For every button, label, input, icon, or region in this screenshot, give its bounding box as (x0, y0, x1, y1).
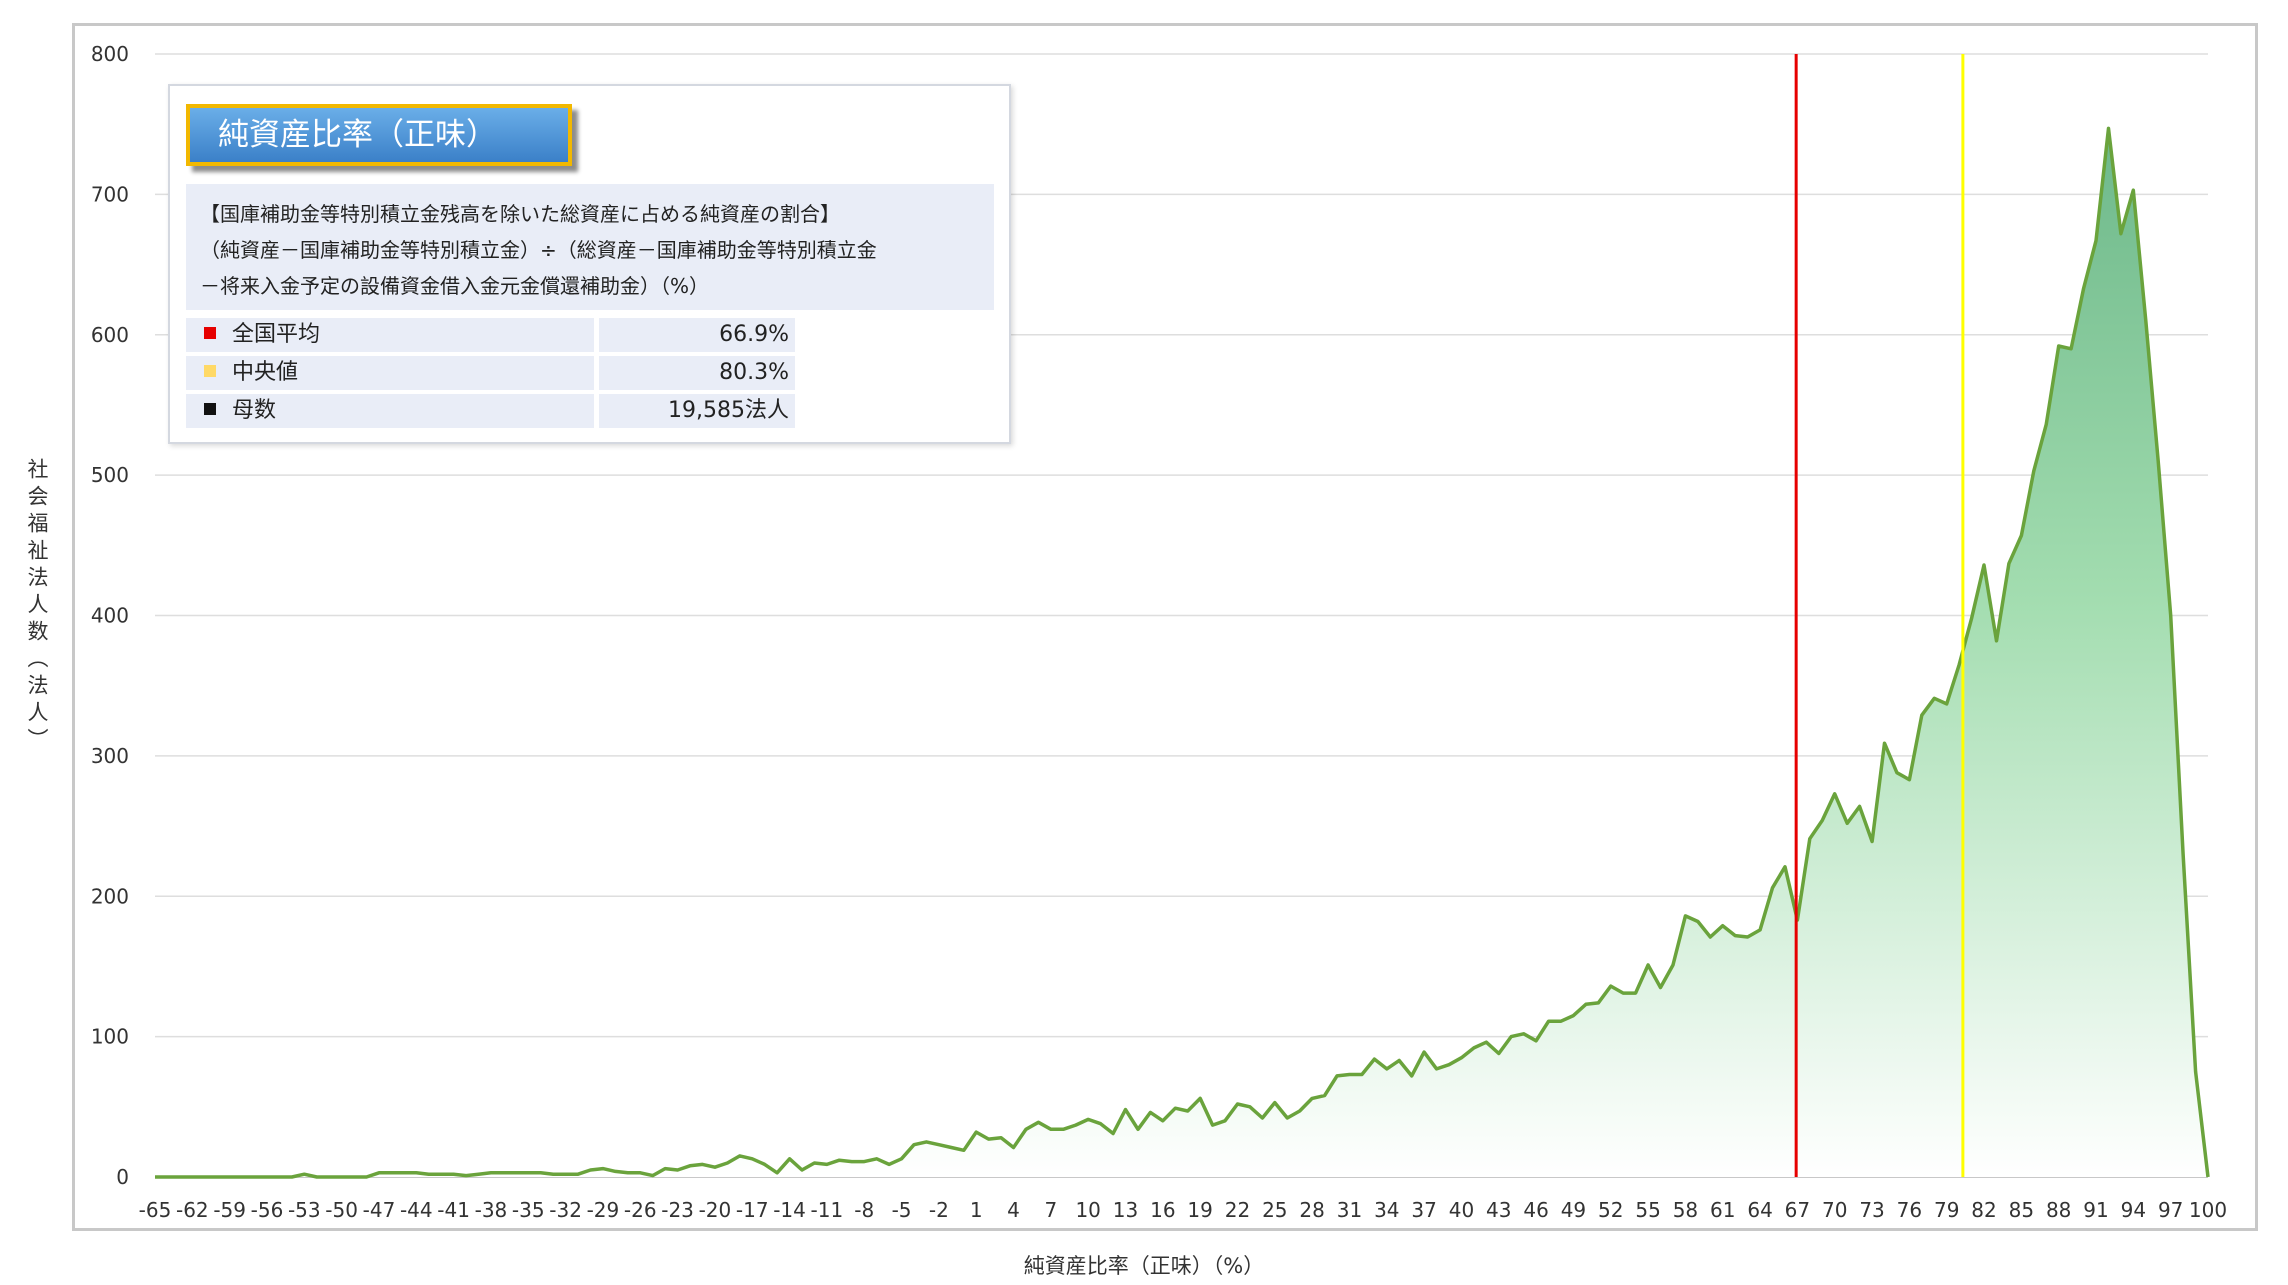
x-tick-label: -41 (437, 1198, 470, 1222)
y-tick-label: 700 (91, 182, 129, 206)
x-tick-label: 58 (1673, 1198, 1698, 1222)
x-tick-label: -8 (854, 1198, 874, 1222)
stat-row-average: 全国平均 66.9% (186, 318, 806, 352)
x-tick-label: -35 (512, 1198, 545, 1222)
x-tick-label: 1 (970, 1198, 983, 1222)
x-tick-label: -50 (325, 1198, 358, 1222)
stat-row-median: 中央値 80.3% (186, 356, 806, 390)
desc-line-1: 【国庫補助金等特別積立金残高を除いた総資産に占める純資産の割合】 (200, 202, 840, 226)
x-tick-label: -29 (587, 1198, 620, 1222)
x-tick-label: -47 (363, 1198, 396, 1222)
x-tick-label: 31 (1337, 1198, 1362, 1222)
x-tick-label: 28 (1299, 1198, 1324, 1222)
x-tick-label: 16 (1150, 1198, 1175, 1222)
x-tick-label: 34 (1374, 1198, 1399, 1222)
x-tick-label: 40 (1449, 1198, 1474, 1222)
x-axis-title: 純資産比率（正味）（%） (1023, 1254, 1265, 1278)
y-tick-label: 200 (91, 884, 129, 908)
x-tick-label: 79 (1934, 1198, 1959, 1222)
x-tick-label: 22 (1225, 1198, 1250, 1222)
x-tick-label: 7 (1044, 1198, 1057, 1222)
x-tick-label: -11 (811, 1198, 844, 1222)
x-tick-label: -59 (213, 1198, 246, 1222)
y-tick-label: 0 (116, 1165, 129, 1189)
x-tick-label: 64 (1747, 1198, 1772, 1222)
x-tick-label: 94 (2121, 1198, 2146, 1222)
x-tick-label: 97 (2158, 1198, 2183, 1222)
x-tick-label: 91 (2083, 1198, 2108, 1222)
x-tick-label: 49 (1561, 1198, 1586, 1222)
x-tick-label: 37 (1411, 1198, 1436, 1222)
y-tick-label: 100 (91, 1025, 129, 1049)
x-tick-label: 25 (1262, 1198, 1287, 1222)
x-tick-label: 19 (1187, 1198, 1212, 1222)
count-marker-icon (204, 403, 216, 415)
stat-value: 66.9% (599, 318, 795, 352)
median-marker-icon (204, 365, 216, 377)
y-tick-label: 500 (91, 463, 129, 487)
x-tick-label: 13 (1113, 1198, 1138, 1222)
x-tick-label: 70 (1822, 1198, 1847, 1222)
info-box: 純資産比率（正味） 【国庫補助金等特別積立金残高を除いた総資産に占める純資産の割… (168, 84, 1011, 444)
info-description: 【国庫補助金等特別積立金残高を除いた総資産に占める純資産の割合】 （純資産－国庫… (186, 184, 994, 310)
x-tick-label: -56 (251, 1198, 284, 1222)
x-tick-label: 100 (2189, 1198, 2227, 1222)
desc-line-2: （純資産－国庫補助金等特別積立金）÷（総資産－国庫補助金等特別積立金 (200, 238, 877, 262)
x-tick-label: 46 (1523, 1198, 1548, 1222)
x-tick-label: -62 (176, 1198, 209, 1222)
y-tick-label: 800 (91, 42, 129, 66)
x-tick-label: 10 (1075, 1198, 1100, 1222)
x-tick-label: 85 (2009, 1198, 2034, 1222)
x-tick-label: 88 (2046, 1198, 2071, 1222)
x-tick-label: -17 (736, 1198, 769, 1222)
x-tick-label: 61 (1710, 1198, 1735, 1222)
x-tick-label: 52 (1598, 1198, 1623, 1222)
y-axis-title: 社会福祉法人数（法人） (25, 458, 49, 755)
stat-row-count: 母数 19,585法人 (186, 394, 806, 428)
stat-label: 中央値 (232, 360, 299, 385)
y-tick-label: 300 (91, 744, 129, 768)
x-tick-label: 43 (1486, 1198, 1511, 1222)
x-tick-label: 76 (1897, 1198, 1922, 1222)
average-marker-icon (204, 327, 216, 339)
x-tick-label: 73 (1859, 1198, 1884, 1222)
y-tick-label: 400 (91, 604, 129, 628)
x-tick-label: -26 (624, 1198, 657, 1222)
x-tick-label: -2 (929, 1198, 949, 1222)
stat-label: 母数 (232, 398, 277, 423)
stat-value: 80.3% (599, 356, 795, 390)
x-tick-label: -53 (288, 1198, 321, 1222)
x-tick-label: 82 (1971, 1198, 1996, 1222)
stat-label: 全国平均 (232, 322, 321, 347)
x-tick-label: -20 (699, 1198, 732, 1222)
stat-value: 19,585法人 (599, 394, 795, 428)
x-tick-label: 4 (1007, 1198, 1020, 1222)
x-tick-label: -14 (773, 1198, 806, 1222)
y-tick-label: 600 (91, 323, 129, 347)
x-tick-label: -5 (892, 1198, 912, 1222)
x-tick-label: -32 (549, 1198, 582, 1222)
desc-line-3: －将来入金予定の設備資金借入金元金償還補助金）（%） (200, 274, 710, 298)
info-title: 純資産比率（正味） (186, 104, 572, 166)
x-tick-label: 55 (1635, 1198, 1660, 1222)
x-tick-label: 67 (1785, 1198, 1810, 1222)
x-tick-label: -65 (139, 1198, 172, 1222)
x-tick-label: -23 (661, 1198, 694, 1222)
x-tick-label: -44 (400, 1198, 433, 1222)
x-tick-label: -38 (475, 1198, 508, 1222)
